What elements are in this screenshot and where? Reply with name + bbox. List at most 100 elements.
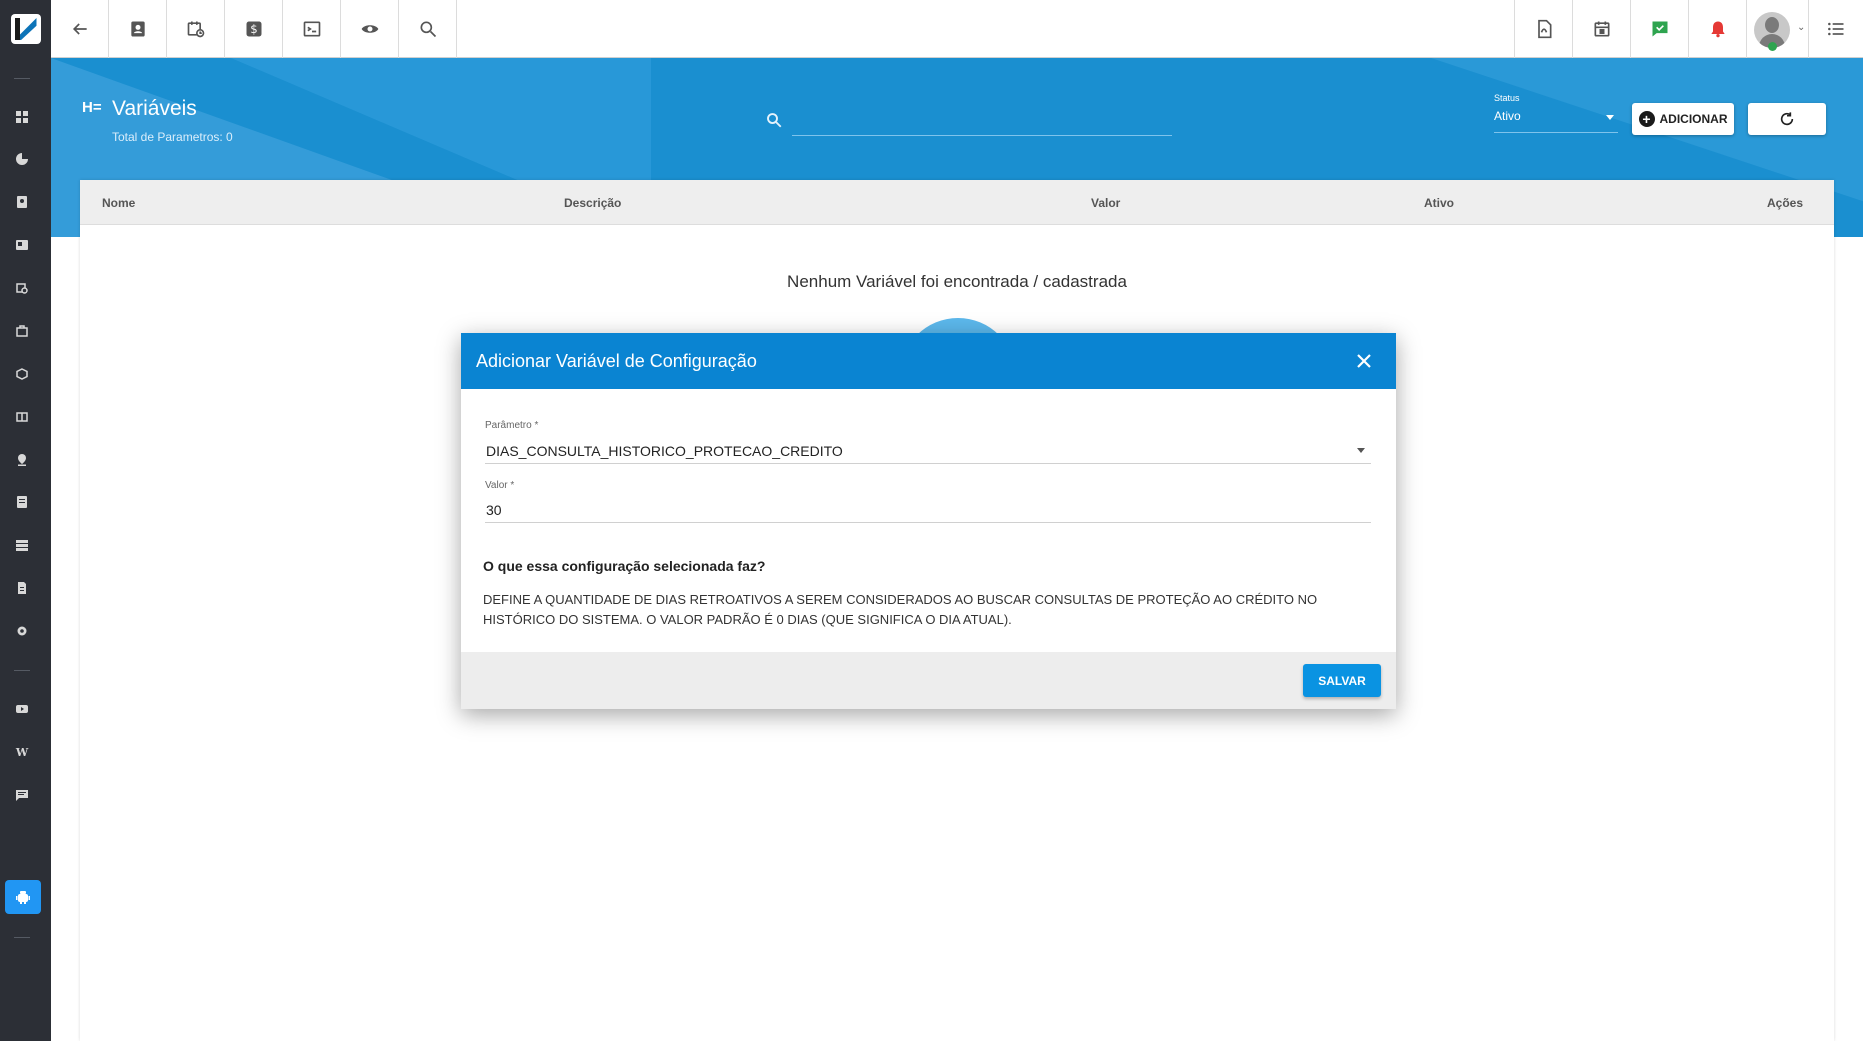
sidebar-item-schedule[interactable]	[0, 271, 44, 305]
eye-icon	[361, 25, 378, 33]
column-header-valor[interactable]: Valor	[1091, 196, 1120, 210]
dollar-icon: $	[246, 21, 261, 37]
chat-check-icon	[1652, 21, 1667, 37]
status-select[interactable]: Ativo	[1494, 109, 1618, 133]
caret-down-icon	[1606, 115, 1614, 120]
sidebar-item-dashboard[interactable]	[0, 100, 44, 134]
server-icon	[16, 540, 28, 551]
add-button[interactable]: + ADICIONAR	[1632, 103, 1734, 135]
back-button[interactable]	[51, 0, 109, 58]
chevron-down-icon: ⌄	[1797, 22, 1806, 33]
save-button[interactable]: SALVAR	[1303, 664, 1381, 697]
add-variable-dialog: Adicionar Variável de Configuração Parâm…	[461, 333, 1396, 709]
contacts-button[interactable]	[109, 0, 167, 58]
sidebar-item-jobs[interactable]	[0, 314, 44, 348]
column-header-acoes: Ações	[1767, 196, 1804, 210]
chat-button[interactable]	[1630, 0, 1688, 58]
search-input[interactable]	[792, 104, 1172, 136]
view-button[interactable]	[341, 0, 399, 58]
caret-down-icon[interactable]	[1357, 448, 1365, 453]
sidebar-item-cards[interactable]	[0, 228, 44, 262]
plus-icon: +	[1638, 111, 1655, 127]
logo-mark	[10, 14, 41, 44]
main-menu-button[interactable]	[1808, 0, 1863, 58]
online-status-dot	[1768, 42, 1777, 51]
document-icon	[18, 582, 26, 594]
close-icon	[1357, 354, 1371, 368]
svg-text:$: $	[250, 22, 257, 36]
briefcase-icon	[16, 325, 28, 337]
top-toolbar: $ ⌄	[0, 0, 1863, 58]
sidebar: W	[0, 58, 51, 1041]
parametro-label: Parâmetro *	[485, 420, 539, 431]
dialog-footer: SALVAR	[461, 652, 1396, 709]
finance-button[interactable]: $	[225, 0, 283, 58]
video-icon	[16, 705, 28, 713]
sidebar-item-videos[interactable]	[0, 692, 44, 726]
table-header: Nome Descrição Valor Ativo Ações	[80, 180, 1834, 225]
search-icon	[420, 21, 436, 38]
terminal-button[interactable]	[283, 0, 341, 58]
sidebar-item-locations[interactable]	[0, 443, 44, 477]
search-icon	[765, 111, 783, 134]
close-button[interactable]	[1352, 349, 1376, 373]
column-header-nome[interactable]: Nome	[102, 196, 135, 210]
contact-card-icon	[130, 21, 145, 37]
valor-underline	[485, 522, 1371, 523]
contact-icon	[17, 196, 27, 208]
back-arrow-icon	[72, 23, 87, 35]
sidebar-item-wiki[interactable]: W	[0, 735, 44, 769]
refresh-icon	[1780, 112, 1794, 126]
app-logo[interactable]	[0, 0, 51, 58]
sidebar-item-settings[interactable]	[0, 614, 44, 648]
pdf-button[interactable]	[1514, 0, 1572, 58]
location-icon	[18, 454, 26, 466]
sidebar-item-charts[interactable]	[0, 142, 44, 176]
calendar-button[interactable]	[1572, 0, 1630, 58]
sidebar-item-reports[interactable]	[0, 485, 44, 519]
sidebar-item-products[interactable]	[0, 357, 44, 391]
calendar-icon	[1594, 21, 1609, 37]
calendar-clock-icon	[187, 21, 204, 38]
column-header-ativo[interactable]: Ativo	[1424, 196, 1454, 210]
sidebar-item-messages[interactable]	[0, 778, 44, 812]
config-description: DEFINE A QUANTIDADE DE DIAS RETROATIVOS …	[483, 592, 1318, 627]
status-value: Ativo	[1494, 109, 1521, 123]
valor-label: Valor *	[485, 480, 515, 491]
sidebar-divider	[14, 937, 30, 938]
page-subtitle: Total de Parametros: 0	[112, 130, 233, 144]
refresh-button[interactable]	[1748, 103, 1826, 135]
id-card-icon	[16, 412, 28, 422]
dialog-title: Adicionar Variável de Configuração	[476, 351, 757, 371]
variables-icon: H=	[82, 99, 102, 116]
card-icon	[16, 240, 28, 250]
column-header-descricao[interactable]: Descrição	[564, 196, 621, 210]
list-icon	[17, 496, 27, 508]
pdf-file-icon	[1537, 19, 1551, 39]
parametro-underline	[485, 463, 1371, 464]
alarm-bell-icon	[1710, 21, 1725, 38]
alerts-button[interactable]	[1688, 0, 1746, 58]
sidebar-item-files[interactable]	[0, 571, 44, 605]
empty-state-message: Nenhum Variável foi encontrada / cadastr…	[787, 272, 1127, 291]
parametro-select[interactable]: DIAS_CONSULTA_HISTORICO_PROTECAO_CREDITO	[486, 443, 843, 459]
grid-icon	[16, 111, 28, 123]
schedule-button[interactable]	[167, 0, 225, 58]
valor-input[interactable]: 30	[486, 502, 502, 518]
sidebar-item-contacts[interactable]	[0, 185, 44, 219]
config-question: O que essa configuração selecionada faz?	[483, 558, 766, 574]
toolbar-search-button[interactable]	[399, 0, 457, 58]
sidebar-item-robot[interactable]	[5, 880, 41, 914]
chart-icon	[16, 153, 28, 165]
dialog-header: Adicionar Variável de Configuração	[461, 333, 1396, 389]
robot-icon	[16, 891, 30, 904]
sidebar-divider	[14, 670, 30, 671]
sidebar-item-servers[interactable]	[0, 528, 44, 562]
calendar-clock-icon	[16, 283, 28, 294]
menu-list-icon	[1828, 22, 1844, 36]
page-title: Variáveis	[112, 97, 197, 120]
sidebar-divider	[14, 78, 30, 79]
sidebar-item-documents-id[interactable]	[0, 400, 44, 434]
chat-icon	[16, 790, 28, 801]
wiki-icon: W	[15, 745, 29, 759]
